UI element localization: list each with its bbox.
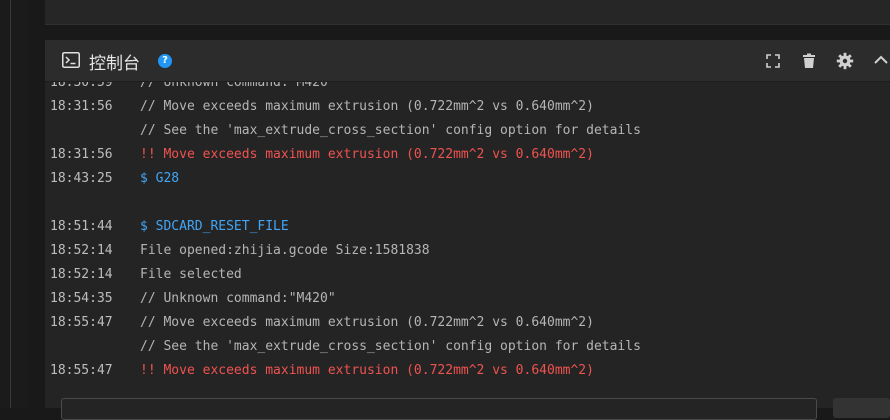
help-icon[interactable]: ?: [158, 54, 172, 68]
log-message: !! Move exceeds maximum extrusion (0.722…: [140, 147, 594, 162]
trash-icon[interactable]: [800, 52, 818, 70]
log-message: File selected: [140, 267, 242, 282]
console-output[interactable]: 18:30:59 // Unknown command:"M420" 18:31:…: [45, 82, 890, 408]
console-panel: 控制台 ? 18:30:59 // Unknown command:"M420"…: [45, 40, 890, 420]
log-timestamp: 18:31:56: [50, 147, 113, 162]
log-message: File opened:zhijia.gcode Size:1581838: [140, 243, 430, 258]
rail-divider: [10, 0, 11, 408]
chevron-up-icon[interactable]: [872, 52, 890, 70]
log-message: // Move exceeds maximum extrusion (0.722…: [140, 99, 594, 114]
log-message: $ G28: [140, 171, 180, 186]
log-timestamp: 18:52:14: [50, 243, 113, 258]
log-timestamp: 18:43:25: [50, 171, 113, 186]
log-timestamp: 18:54:35: [50, 291, 113, 306]
log-timestamp: 18:52:14: [50, 267, 113, 282]
command-input[interactable]: [61, 398, 817, 420]
log-message: // Unknown command:"M420": [140, 82, 336, 90]
log-timestamp: 18:51:44: [50, 219, 113, 234]
log-timestamp: 18:31:56: [50, 99, 113, 114]
log-message: $ SDCARD_RESET_FILE: [140, 219, 289, 234]
log-timestamp: 18:55:47: [50, 363, 113, 378]
previous-panel: [45, 0, 890, 25]
panel-title: 控制台: [89, 54, 140, 74]
panel-header: 控制台 ?: [45, 40, 890, 82]
fullscreen-icon[interactable]: [764, 52, 782, 70]
log-message: // See the 'max_extrude_cross_section' c…: [140, 339, 641, 354]
log-message: // Unknown command:"M420": [140, 291, 336, 306]
left-rail: [0, 0, 28, 408]
log-message: !! Move exceeds maximum extrusion (0.722…: [140, 363, 594, 378]
log-timestamp: 18:30:59: [50, 82, 113, 90]
send-button[interactable]: [833, 398, 890, 418]
log-message: // See the 'max_extrude_cross_section' c…: [140, 123, 641, 138]
gear-icon[interactable]: [836, 52, 854, 70]
log-message: // Move exceeds maximum extrusion (0.722…: [140, 315, 594, 330]
log-timestamp: 18:55:47: [50, 315, 113, 330]
terminal-icon: [62, 52, 80, 68]
